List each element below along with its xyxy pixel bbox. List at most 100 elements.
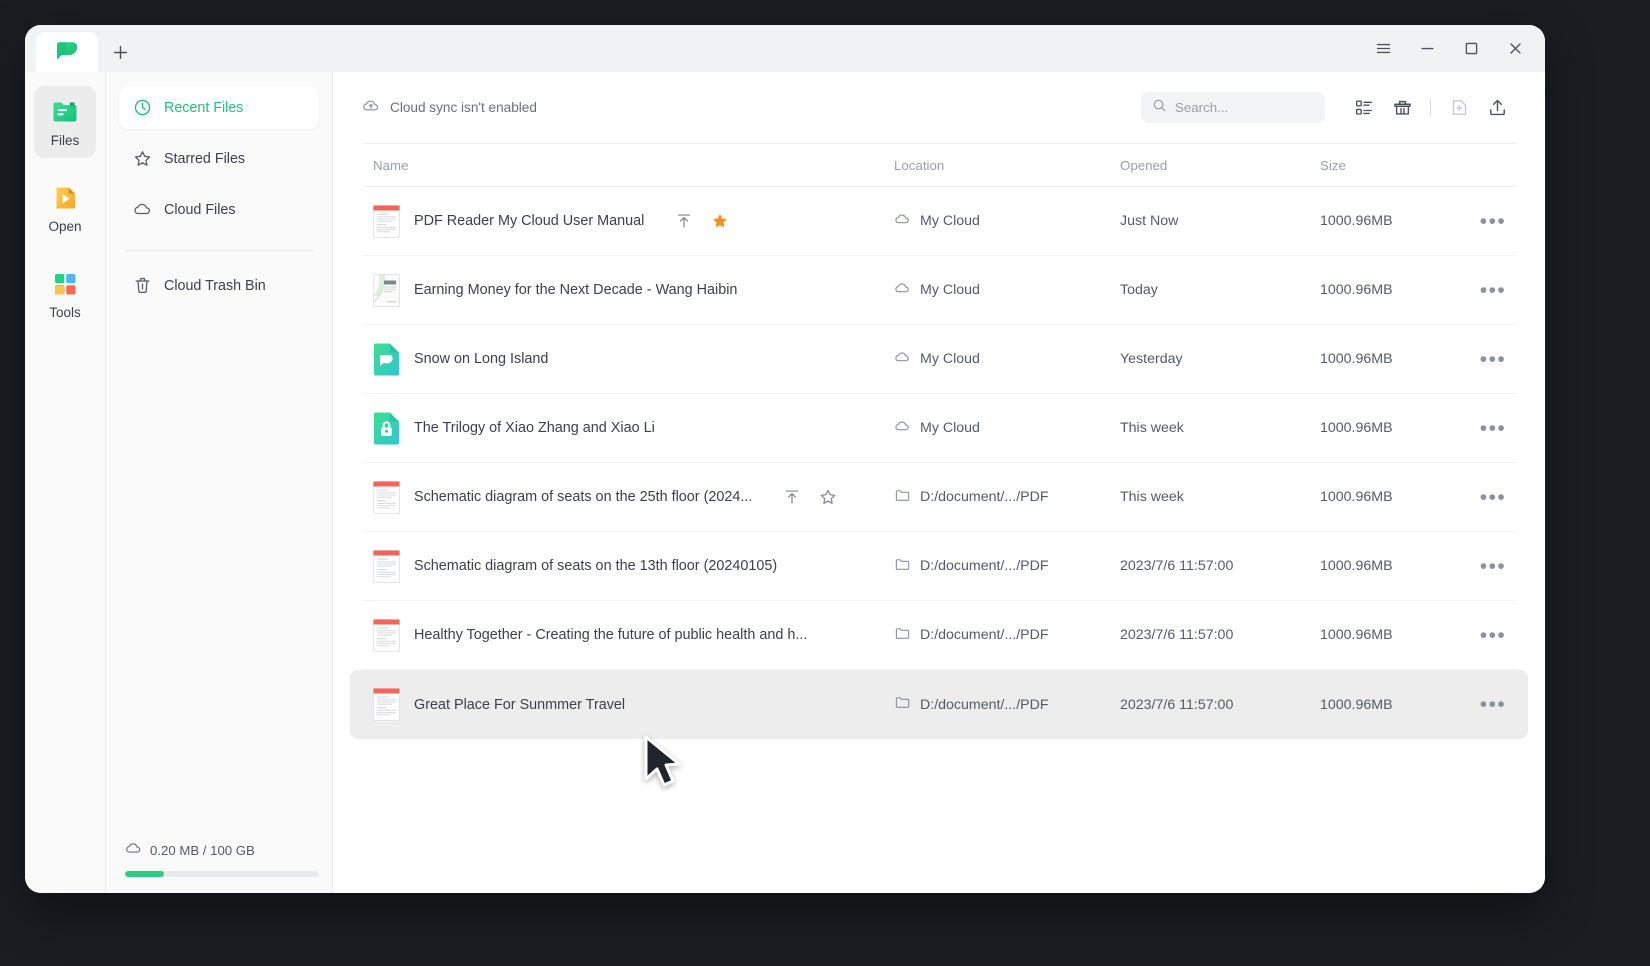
table-row[interactable]: Great Place For Sunmmer Travel D:/docume… bbox=[350, 670, 1528, 739]
trash-icon bbox=[133, 276, 152, 295]
search-icon bbox=[1152, 98, 1167, 118]
file-opened-label: Today bbox=[1120, 282, 1158, 298]
file-location-cell: My Cloud bbox=[894, 349, 1120, 370]
row-more-button[interactable]: ••• bbox=[1470, 349, 1516, 370]
file-location-cell: My Cloud bbox=[894, 211, 1120, 232]
cloud-icon bbox=[894, 211, 911, 232]
row-more-button[interactable]: ••• bbox=[1470, 418, 1516, 439]
pdf-document-icon bbox=[373, 549, 400, 583]
tools-icon bbox=[50, 269, 80, 299]
secondary-nav: Recent Files Starred Files Cloud Files C… bbox=[106, 72, 333, 893]
row-more-button[interactable]: ••• bbox=[1470, 211, 1516, 232]
nav-divider bbox=[125, 250, 313, 251]
files-icon bbox=[50, 97, 80, 127]
new-file-icon bbox=[1449, 97, 1470, 118]
new-tab-button[interactable] bbox=[98, 32, 142, 72]
sidebar-item-cloud-trash-bin[interactable]: Cloud Trash Bin bbox=[119, 264, 319, 307]
cloud-sync-label: Cloud sync isn't enabled bbox=[390, 100, 537, 115]
file-location-cell: D:/document/.../PDF bbox=[894, 487, 1120, 508]
sidebar-item-starred-files[interactable]: Starred Files bbox=[119, 137, 319, 180]
row-more-button[interactable]: ••• bbox=[1470, 556, 1516, 577]
storage-usage-label: 0.20 MB / 100 GB bbox=[150, 842, 255, 858]
table-row[interactable]: Earning Money for the Next Decade - Wang… bbox=[362, 256, 1516, 325]
file-name-cell: PDF Reader My Cloud User Manual bbox=[362, 204, 894, 238]
trash-button[interactable] bbox=[1383, 91, 1421, 125]
file-location-cell: My Cloud bbox=[894, 280, 1120, 301]
view-mode-button[interactable] bbox=[1345, 91, 1383, 125]
folder-icon bbox=[894, 625, 911, 646]
file-opened-label: 2023/7/6 11:57:00 bbox=[1120, 558, 1234, 574]
close-button[interactable] bbox=[1493, 29, 1537, 69]
row-more-button[interactable]: ••• bbox=[1470, 625, 1516, 646]
file-location-label: D:/document/.../PDF bbox=[920, 696, 1049, 713]
file-size-label: 1000.96MB bbox=[1320, 351, 1393, 367]
table-row[interactable]: Schematic diagram of seats on the 25th f… bbox=[362, 463, 1516, 532]
column-header-opened[interactable]: Opened bbox=[1120, 158, 1320, 173]
file-opened-label: 2023/7/6 11:57:00 bbox=[1120, 627, 1234, 643]
star-outline-icon[interactable] bbox=[819, 488, 837, 506]
rail-item-open[interactable]: Open bbox=[34, 172, 96, 244]
trash-bin-icon bbox=[1392, 97, 1413, 118]
sidebar-item-recent-files[interactable]: Recent Files bbox=[119, 86, 319, 129]
file-size-label: 1000.96MB bbox=[1320, 558, 1393, 574]
file-location-label: D:/document/.../PDF bbox=[920, 558, 1049, 574]
menu-button[interactable] bbox=[1361, 29, 1405, 69]
file-opened-label: This week bbox=[1120, 420, 1184, 436]
row-more-button[interactable]: ••• bbox=[1470, 694, 1516, 715]
maximize-button[interactable] bbox=[1449, 29, 1493, 69]
tab-active[interactable] bbox=[36, 32, 98, 72]
star-filled-icon[interactable] bbox=[711, 212, 729, 230]
locked-document-icon bbox=[373, 412, 400, 445]
primary-rail: Files Open Tools bbox=[25, 72, 106, 893]
minimize-button[interactable] bbox=[1405, 29, 1449, 69]
column-header-size[interactable]: Size bbox=[1320, 158, 1470, 173]
cloud-icon bbox=[894, 349, 911, 370]
table-row[interactable]: PDF Reader My Cloud User Manual My Cloud… bbox=[362, 187, 1516, 256]
column-header-name[interactable]: Name bbox=[362, 158, 894, 173]
row-more-button[interactable]: ••• bbox=[1470, 487, 1516, 508]
rail-item-label: Files bbox=[50, 132, 80, 148]
sidebar-item-label: Cloud Files bbox=[164, 201, 236, 218]
rail-item-label: Open bbox=[48, 218, 82, 234]
table-row[interactable]: Healthy Together - Creating the future o… bbox=[362, 601, 1516, 670]
pdf-document-icon bbox=[373, 204, 400, 238]
share-button[interactable] bbox=[1478, 91, 1516, 125]
title-bar bbox=[25, 25, 1545, 72]
upload-icon[interactable] bbox=[675, 212, 693, 230]
open-icon bbox=[50, 183, 80, 213]
cloud-icon bbox=[894, 280, 911, 301]
rail-item-files[interactable]: Files bbox=[34, 86, 96, 158]
table-row[interactable]: The Trilogy of Xiao Zhang and Xiao Li My… bbox=[362, 394, 1516, 463]
search-input[interactable] bbox=[1175, 100, 1314, 115]
star-icon bbox=[133, 149, 152, 168]
file-location-label: My Cloud bbox=[920, 282, 980, 298]
pdf-document-icon bbox=[373, 618, 400, 652]
rail-item-tools[interactable]: Tools bbox=[34, 258, 96, 330]
upload-icon[interactable] bbox=[783, 488, 801, 506]
file-name-cell: Earning Money for the Next Decade - Wang… bbox=[362, 273, 894, 307]
search-box[interactable] bbox=[1141, 92, 1325, 123]
book-cover-icon bbox=[373, 273, 400, 307]
new-file-button[interactable] bbox=[1440, 91, 1478, 125]
sidebar-item-label: Cloud Trash Bin bbox=[164, 277, 266, 294]
file-location-label: D:/document/.../PDF bbox=[920, 627, 1049, 643]
table-row[interactable]: Snow on Long Island My Cloud Yesterday 1… bbox=[362, 325, 1516, 394]
clock-icon bbox=[133, 98, 152, 117]
menu-icon bbox=[1375, 40, 1392, 57]
table-row[interactable]: Schematic diagram of seats on the 13th f… bbox=[362, 532, 1516, 601]
app-document-icon bbox=[373, 343, 400, 376]
window-body: Files Open Tools Recent Files Starred Fi… bbox=[25, 72, 1545, 893]
window-controls bbox=[1361, 25, 1537, 72]
sidebar-item-cloud-files[interactable]: Cloud Files bbox=[119, 188, 319, 231]
file-name-label: Healthy Together - Creating the future o… bbox=[414, 627, 808, 643]
file-name-cell: Great Place For Sunmmer Travel bbox=[362, 688, 894, 721]
storage-progress-bar bbox=[125, 871, 319, 877]
file-size-label: 1000.96MB bbox=[1320, 627, 1393, 643]
file-name-label: The Trilogy of Xiao Zhang and Xiao Li bbox=[414, 420, 655, 436]
column-header-location[interactable]: Location bbox=[894, 158, 1120, 173]
row-more-button[interactable]: ••• bbox=[1470, 280, 1516, 301]
storage-text-row: 0.20 MB / 100 GB bbox=[119, 840, 319, 860]
minimize-icon bbox=[1419, 40, 1436, 57]
cloud-sync-status[interactable]: Cloud sync isn't enabled bbox=[362, 97, 537, 118]
content-toolbar: Cloud sync isn't enabled bbox=[333, 72, 1545, 143]
